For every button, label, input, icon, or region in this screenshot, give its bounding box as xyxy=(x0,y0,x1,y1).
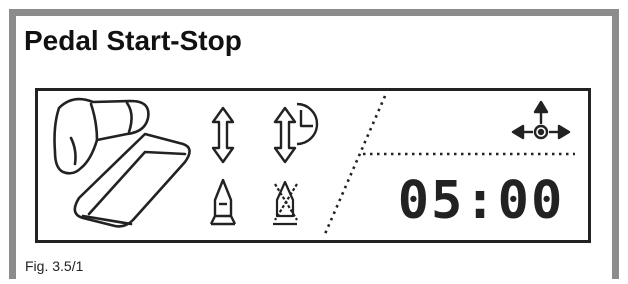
figure-title: Pedal Start-Stop xyxy=(24,25,242,56)
lcd-display: 05:00 xyxy=(35,88,591,243)
figure-caption: Fig. 3.5/1 xyxy=(25,258,84,274)
time-readout: 05:00 xyxy=(398,171,565,231)
